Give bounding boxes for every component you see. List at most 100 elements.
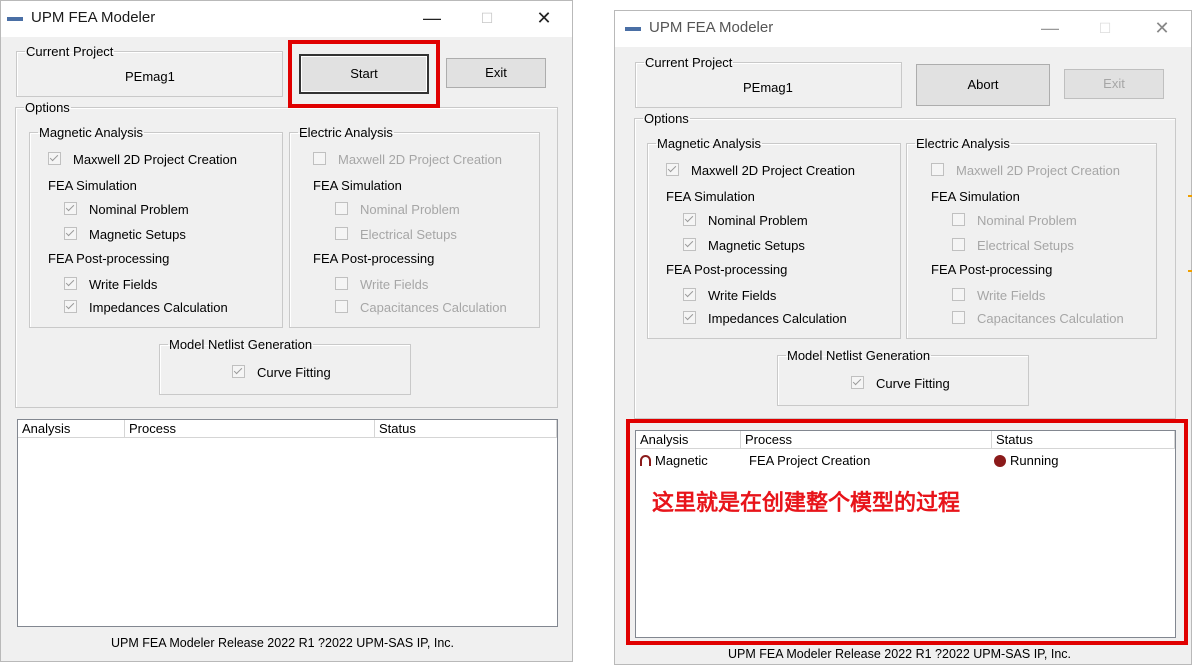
current-project-legend: Current Project [645,55,733,70]
checkbox-checked-icon [683,311,696,325]
magnetic-setups-checkbox[interactable]: Magnetic Setups [683,237,805,253]
checkbox-label: Electrical Setups [977,238,1074,254]
electric-analysis-legend: Electric Analysis [299,125,393,140]
edge-divider [1188,195,1192,197]
checkbox-label: Capacitances Calculation [977,311,1124,327]
checkbox-label: Nominal Problem [977,213,1077,229]
window-title: UPM FEA Modeler [649,19,774,36]
checkbox-checked-icon [232,365,245,379]
edge-divider [1188,270,1192,272]
checkbox-label: Magnetic Setups [89,227,186,243]
abort-button[interactable]: Abort [916,64,1050,106]
maxwell-project-creation-checkbox[interactable]: Maxwell 2D Project Creation [666,162,855,178]
checkbox-label: Write Fields [360,277,429,293]
release-footer: UPM FEA Modeler Release 2022 R1 ?2022 UP… [728,647,1071,661]
checkbox-label: Nominal Problem [89,202,189,218]
checkbox-unchecked-icon [335,227,348,241]
checkbox-label: Maxwell 2D Project Creation [338,152,503,168]
minimize-button[interactable]: — [409,1,455,37]
electric-analysis-legend: Electric Analysis [916,136,1010,151]
column-header-process[interactable]: Process [125,420,375,438]
electric-write-fields-checkbox: Write Fields [335,276,428,292]
checkbox-checked-icon [64,277,77,291]
electric-write-fields-checkbox: Write Fields [952,287,1045,303]
checkbox-label: Magnetic Setups [708,238,805,254]
modeler-window-before: UPM FEA Modeler — ☐ ✕ Current Project PE… [0,0,573,662]
magnetic-setups-checkbox[interactable]: Magnetic Setups [64,226,186,242]
checkbox-label: Nominal Problem [360,202,460,218]
checkbox-label: Nominal Problem [708,213,808,229]
checkbox-unchecked-icon [313,152,326,166]
electric-nominal-problem-checkbox: Nominal Problem [952,212,1077,228]
maximize-button: ☐ [1098,20,1112,36]
checkbox-unchecked-icon [931,163,944,177]
status-list-highlight [626,419,1188,645]
checkbox-checked-icon [64,202,77,216]
checkbox-unchecked-icon [335,202,348,216]
checkbox-checked-icon [851,376,864,390]
annotation-text: 这里就是在创建整个模型的过程 [652,491,961,516]
close-button[interactable]: ✕ [1139,11,1185,47]
options-legend: Options [644,111,689,126]
impedances-calculation-checkbox[interactable]: Impedances Calculation [64,299,228,315]
title-bar[interactable]: UPM FEA Modeler — ☐ ✕ [615,11,1191,47]
release-footer: UPM FEA Modeler Release 2022 R1 ?2022 UP… [111,636,454,650]
close-button[interactable]: ✕ [521,1,567,37]
app-icon [625,27,641,31]
exit-button: Exit [1064,69,1164,99]
electric-fea-simulation-label: FEA Simulation [313,178,402,193]
project-name: PEmag1 [125,69,175,84]
impedances-calculation-checkbox[interactable]: Impedances Calculation [683,310,847,326]
title-bar[interactable]: UPM FEA Modeler — ☐ ✕ [1,1,572,37]
magnetic-analysis-legend: Magnetic Analysis [39,125,144,140]
checkbox-label: Maxwell 2D Project Creation [956,163,1121,179]
write-fields-checkbox[interactable]: Write Fields [683,287,776,303]
nominal-problem-checkbox[interactable]: Nominal Problem [683,212,808,228]
electrical-setups-checkbox: Electrical Setups [952,237,1074,253]
netlist-generation-legend: Model Netlist Generation [787,348,931,363]
project-name: PEmag1 [743,80,793,95]
checkbox-label: Write Fields [977,288,1046,304]
nominal-problem-checkbox[interactable]: Nominal Problem [64,201,189,217]
electric-nominal-problem-checkbox: Nominal Problem [335,201,460,217]
checkbox-checked-icon [48,152,61,166]
analysis-status-list[interactable]: Analysis Process Status [17,419,558,627]
magnetic-analysis-legend: Magnetic Analysis [657,136,762,151]
checkbox-checked-icon [683,238,696,252]
start-button-highlight [288,40,440,108]
checkbox-checked-icon [683,288,696,302]
checkbox-checked-icon [64,300,77,314]
checkbox-label: Write Fields [708,288,777,304]
checkbox-unchecked-icon [952,238,965,252]
column-header-status[interactable]: Status [375,420,557,438]
electric-fea-simulation-label: FEA Simulation [931,189,1020,204]
capacitances-calculation-checkbox: Capacitances Calculation [952,310,1124,326]
maxwell-project-creation-checkbox[interactable]: Maxwell 2D Project Creation [48,151,237,167]
checkbox-label: Write Fields [89,277,158,293]
current-project-legend: Current Project [26,44,114,59]
checkbox-label: Curve Fitting [876,376,950,392]
electric-maxwell-checkbox: Maxwell 2D Project Creation [931,162,1120,178]
checkbox-unchecked-icon [952,288,965,302]
checkbox-label: Capacitances Calculation [360,300,507,316]
checkbox-unchecked-icon [952,213,965,227]
options-legend: Options [25,100,70,115]
checkbox-checked-icon [683,213,696,227]
fea-post-processing-label: FEA Post-processing [48,251,170,266]
exit-button[interactable]: Exit [446,58,546,88]
electrical-setups-checkbox: Electrical Setups [335,226,457,242]
checkbox-label: Impedances Calculation [708,311,847,327]
checkbox-unchecked-icon [335,300,348,314]
curve-fitting-checkbox[interactable]: Curve Fitting [232,364,331,380]
write-fields-checkbox[interactable]: Write Fields [64,276,157,292]
checkbox-label: Electrical Setups [360,227,457,243]
fea-post-processing-label: FEA Post-processing [666,262,788,277]
minimize-button[interactable]: — [1027,11,1073,47]
column-header-analysis[interactable]: Analysis [18,420,125,438]
curve-fitting-checkbox[interactable]: Curve Fitting [851,375,950,391]
app-icon [7,17,23,21]
window-title: UPM FEA Modeler [31,9,156,26]
checkbox-label: Curve Fitting [257,365,331,381]
capacitances-calculation-checkbox: Capacitances Calculation [335,299,507,315]
checkbox-unchecked-icon [952,311,965,325]
